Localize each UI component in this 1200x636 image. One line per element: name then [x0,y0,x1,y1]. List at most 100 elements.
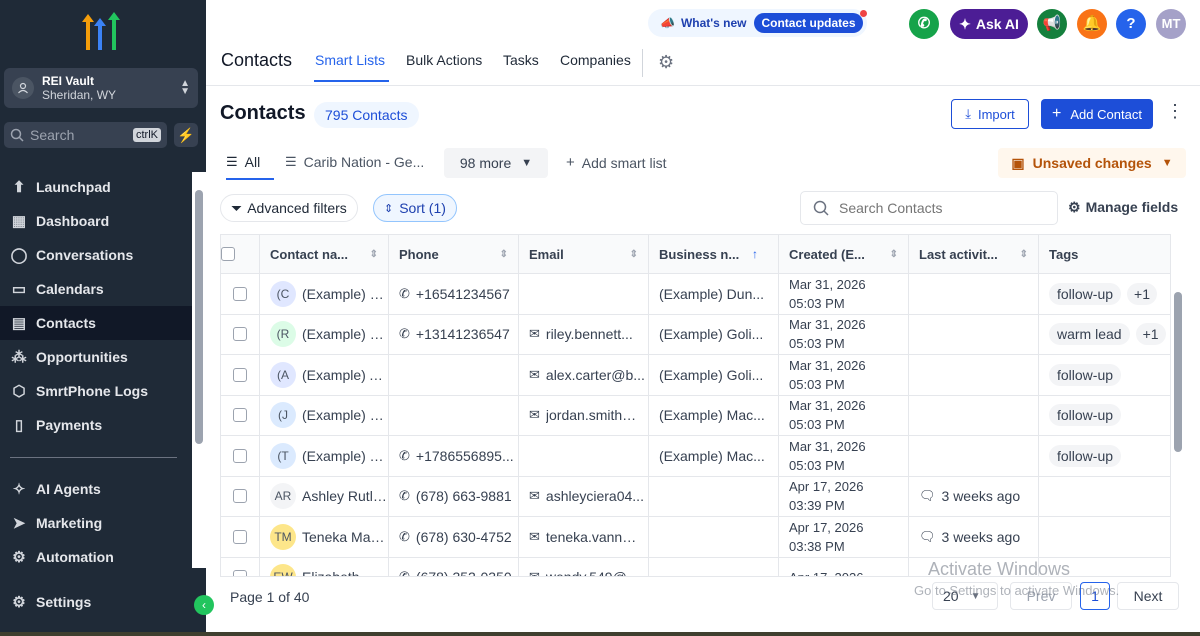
table-scrollbar[interactable] [1172,236,1184,572]
contact-name[interactable]: (Example) Ta... [302,448,388,464]
email-cell[interactable]: ✉ alex.carter@b... [519,355,649,395]
table-row[interactable]: TM Teneka Mattox ✆ (678) 630-4752 ✉ teneka.va… [221,517,1170,558]
sidebar-item-opportunities[interactable]: ⁂ Opportunities [0,340,192,374]
sort-icon[interactable]: ⇕ [630,249,638,260]
tag-chip[interactable]: warm lead [1049,323,1130,346]
help-icon[interactable]: ? [1116,9,1146,39]
email-value[interactable]: teneka.vann@... [546,529,648,545]
app-logo-icon[interactable] [80,12,124,52]
phone-icon[interactable]: ✆ [909,9,939,39]
ask-ai-button[interactable]: ✦ Ask AI [950,9,1028,39]
whats-new-banner[interactable]: 📣 What's new Contact updates [648,9,867,37]
sidebar-item-conversations[interactable]: ◯ Conversations [0,238,192,272]
sort-icon[interactable]: ⇕ [890,245,898,264]
smart-list-carib[interactable]: ☰ Carib Nation - Ge... [285,154,424,170]
contact-updates-pill[interactable]: Contact updates [754,10,867,33]
more-smart-lists-dropdown[interactable]: 98 more ▼ [444,148,548,178]
phone-cell[interactable]: ✆ +1786556895... [389,436,519,476]
sidebar-item-settings[interactable]: ⚙ Settings [0,585,192,619]
table-row[interactable]: AR Ashley Rutled... ✆ (678) 663-9881 ✉ ashley… [221,476,1170,517]
tag-chip[interactable]: follow-up [1049,363,1122,386]
sidebar-search[interactable]: Search ctrlK [4,122,167,148]
row-checkbox[interactable] [233,529,247,544]
tag-chip[interactable]: follow-up [1049,444,1122,467]
unsaved-changes-dropdown[interactable]: ▣ Unsaved changes ▼ [998,148,1186,178]
phone-cell[interactable]: ✆ +16541234567 [389,274,519,314]
bell-icon[interactable]: 🔔 [1077,9,1107,39]
row-checkbox[interactable] [233,448,247,463]
phone-value[interactable]: (678) 630-4752 [416,529,512,545]
phone-value[interactable]: (678) 663-9881 [416,488,512,504]
table-row[interactable]: (C (Example) Ca... ✆ +16541234567 (Example) … [221,274,1170,315]
email-value[interactable]: jordan.smith@... [546,407,648,423]
contact-name[interactable]: (Example) Ril... [302,326,388,342]
add-contact-button[interactable]: + Add Contact [1041,99,1153,129]
email-cell[interactable] [519,436,649,476]
search-contacts-input[interactable] [839,200,1039,216]
sidebar-item-dashboard[interactable]: ▦ Dashboard [0,204,192,238]
tab-tasks[interactable]: Tasks [503,52,539,68]
phone-cell[interactable] [389,395,519,435]
contact-name[interactable]: Teneka Mattox [302,529,388,545]
contact-name[interactable]: (Example) Ale... [302,367,388,383]
sidebar-item-contacts[interactable]: ▤ Contacts [0,306,192,340]
col-header-last-activity[interactable]: Last activit... ⇕ [909,235,1039,273]
sort-icon[interactable]: ⇕ [1020,249,1028,260]
contact-name-cell[interactable]: (C (Example) Ca... [260,274,389,314]
manage-fields-button[interactable]: ⚙ Manage fields [1068,199,1178,216]
col-header-tags[interactable]: Tags [1039,235,1170,273]
quick-action-bolt-icon[interactable]: ⚡ [174,123,198,147]
announcements-icon[interactable]: 📢 [1037,9,1067,39]
col-header-business-name[interactable]: Business n... ↑ [649,235,779,273]
add-smart-list-button[interactable]: + Add smart list [566,154,667,171]
tag-more-chip[interactable]: +1 [1135,323,1166,346]
email-value[interactable]: ashleyciera04... [546,488,644,504]
table-row[interactable]: (T (Example) Ta... ✆ +1786556895... (Example… [221,436,1170,477]
collapse-sidebar-icon[interactable]: ‹ [194,595,214,615]
phone-value[interactable]: +1786556895... [416,448,514,464]
table-row[interactable]: (A (Example) Ale... ✉ alex.carter@b... (Exam… [221,355,1170,396]
tag-chip[interactable]: follow-up [1049,404,1122,427]
sidebar-scrollbar-thumb[interactable] [195,190,203,444]
sidebar-item-marketing[interactable]: ➤ Marketing [0,506,192,540]
phone-cell[interactable] [389,355,519,395]
table-scrollbar-thumb[interactable] [1174,292,1182,452]
sidebar-scrollbar[interactable] [192,172,206,568]
phone-cell[interactable]: ✆ +13141236547 [389,314,519,354]
row-checkbox[interactable] [233,327,247,342]
email-cell[interactable]: ✉ riley.bennett... [519,314,649,354]
contact-name-cell[interactable]: (J (Example) Jor... [260,395,389,435]
sort-button[interactable]: ⇕ Sort (1) [373,194,457,222]
email-cell[interactable]: ✉ ashleyciera04... [519,476,649,516]
row-checkbox[interactable] [233,489,247,504]
contact-name-cell[interactable]: (T (Example) Ta... [260,436,389,476]
phone-cell[interactable]: ✆ (678) 663-9881 [389,476,519,516]
search-contacts-box[interactable] [800,191,1058,225]
sidebar-item-calendars[interactable]: ▭ Calendars [0,272,192,306]
contact-name[interactable]: (Example) Ca... [302,286,388,302]
sidebar-item-ai-agents[interactable]: ✧ AI Agents [0,472,192,506]
contact-name-cell[interactable]: (A (Example) Ale... [260,355,389,395]
tag-chip[interactable]: follow-up [1049,282,1122,305]
sidebar-item-launchpad[interactable]: ⬆ Launchpad [0,170,192,204]
col-header-phone[interactable]: Phone ⇕ [389,235,519,273]
smart-list-all[interactable]: ☰ All [226,154,260,170]
contact-name-cell[interactable]: TM Teneka Mattox [260,517,389,557]
tab-smart-lists[interactable]: Smart Lists [315,52,385,68]
email-cell[interactable]: ✉ teneka.vann@... [519,517,649,557]
sidebar-item-payments[interactable]: ▯ Payments [0,408,192,442]
gear-icon[interactable]: ⚙ [658,52,674,73]
col-header-email[interactable]: Email ⇕ [519,235,649,273]
phone-value[interactable]: +13141236547 [416,326,510,342]
row-checkbox[interactable] [233,286,247,301]
phone-value[interactable]: +16541234567 [416,286,510,302]
sort-ascending-icon[interactable]: ↑ [752,247,758,261]
row-checkbox[interactable] [233,408,247,423]
phone-cell[interactable]: ✆ (678) 630-4752 [389,517,519,557]
import-button[interactable]: ⤓ Import [951,99,1029,129]
account-switcher[interactable]: REI Vault Sheridan, WY ▲ ▼ [4,68,198,108]
email-value[interactable]: alex.carter@b... [546,367,645,383]
col-header-created[interactable]: Created (E... ⇕ [779,235,909,273]
row-checkbox[interactable] [233,367,247,382]
tab-bulk-actions[interactable]: Bulk Actions [406,52,482,68]
